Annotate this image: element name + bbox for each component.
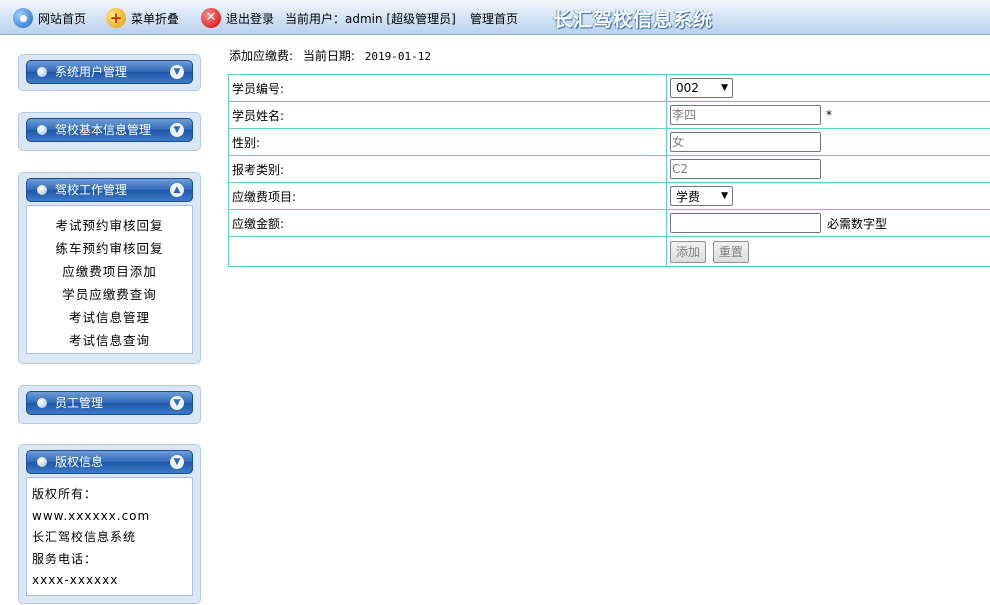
student-name-input[interactable]: 李四 — [670, 105, 821, 125]
current-date: 2019-01-12 — [364, 50, 431, 63]
nav-fold-label: 菜单折叠 — [131, 11, 180, 26]
student-name-cell: 李四 * — [666, 101, 990, 129]
student-id-select[interactable]: 002 ▼ — [670, 78, 733, 98]
add-button[interactable]: 添加 — [670, 240, 707, 263]
sidebar-item-exam-booking-review[interactable]: 考试预约审核回复 — [27, 214, 192, 237]
license-label: 报考类别: — [228, 155, 667, 183]
amount-label: 应缴金额: — [228, 209, 667, 237]
manage-home-link[interactable]: 管理首页 — [470, 10, 518, 27]
sidebar-header-system-users[interactable]: 系统用户管理 ▼ — [26, 60, 193, 84]
fee-item-cell: 学费 ▼ — [666, 182, 990, 210]
chevron-down-icon: ▼ — [721, 83, 728, 93]
sidebar-work-links: 考试预约审核回复 练车预约审核回复 应缴费项目添加 学员应缴费查询 考试信息管理… — [26, 205, 193, 354]
sidebar-panel-staff: 员工管理 ▼ — [18, 385, 201, 424]
student-name-label: 学员姓名: — [228, 101, 667, 129]
form-row-student-name: 学员姓名: 李四 * — [228, 101, 990, 129]
copyright-line: www.xxxxxx.com — [32, 508, 151, 523]
sidebar-header-school-info[interactable]: 驾校基本信息管理 ▼ — [26, 118, 193, 142]
sidebar-header-label: 驾校基本信息管理 — [55, 123, 152, 137]
nav-home-link[interactable]: 网站首页 — [13, 8, 86, 28]
copyright-line: 服务电话： — [32, 551, 98, 566]
sidebar-header-label: 版权信息 — [55, 455, 104, 469]
chevron-down-icon: ▼ — [170, 455, 184, 469]
student-id-cell: 002 ▼ — [666, 74, 990, 102]
amount-input[interactable] — [670, 213, 821, 233]
copyright-info: 版权所有： www.xxxxxx.com 长汇驾校信息系统 服务电话： xxxx… — [26, 477, 193, 596]
bullet-icon — [37, 185, 47, 195]
sidebar-header-school-work[interactable]: 驾校工作管理 ▲ — [26, 178, 193, 202]
bullet-icon — [37, 125, 47, 135]
student-id-label: 学员编号: — [228, 74, 667, 102]
nav-home-label: 网站首页 — [38, 11, 87, 26]
sidebar-panel-system-users: 系统用户管理 ▼ — [18, 54, 201, 91]
sidebar-item-fee-item-add[interactable]: 应缴费项目添加 — [27, 260, 192, 283]
student-id-value: 002 — [676, 81, 699, 95]
bullet-icon — [37, 457, 47, 467]
amount-cell: 必需数字型 — [666, 209, 990, 237]
form-row-gender: 性别: 女 — [228, 128, 990, 156]
actions-empty-cell — [228, 236, 667, 267]
amount-hint: 必需数字型 — [827, 216, 888, 231]
reset-button[interactable]: 重置 — [712, 240, 749, 263]
sidebar-item-practice-booking-review[interactable]: 练车预约审核回复 — [27, 237, 192, 260]
chevron-down-icon: ▼ — [170, 65, 184, 79]
gender-cell: 女 — [666, 128, 990, 156]
copyright-line: 版权所有： — [32, 487, 98, 501]
form-row-student-id: 学员编号: 002 ▼ — [228, 74, 990, 102]
form-row-license: 报考类别: C2 — [228, 155, 990, 183]
sidebar-header-copyright[interactable]: 版权信息 ▼ — [26, 450, 193, 474]
sidebar-header-staff[interactable]: 员工管理 ▼ — [26, 391, 193, 415]
bullet-icon — [37, 398, 47, 408]
system-title: 长汇驾校信息系统 — [553, 9, 714, 31]
bullet-icon — [37, 67, 47, 77]
form-row-amount: 应缴金额: 必需数字型 — [228, 209, 990, 237]
nav-logout-label: 退出登录 — [226, 11, 275, 26]
nav-logout-link[interactable]: ✕ 退出登录 — [201, 8, 274, 28]
sidebar-item-exam-info-manage[interactable]: 考试信息管理 — [27, 306, 192, 329]
license-input[interactable]: C2 — [670, 159, 821, 179]
fee-item-value: 学费 — [676, 189, 701, 204]
close-icon: ✕ — [201, 8, 221, 28]
form-row-actions: 添加 重置 — [228, 236, 990, 267]
form-row-fee-item: 应缴费项目: 学费 ▼ — [228, 182, 990, 210]
fee-form: 学员编号: 002 ▼ 学员姓名: 李四 * 性别: 女 报考类别: C2 应缴费… — [228, 74, 990, 267]
required-mark: * — [826, 108, 832, 122]
sidebar-panel-school-info: 驾校基本信息管理 ▼ — [18, 112, 201, 151]
home-icon — [13, 8, 33, 28]
sidebar-item-exam-info-query[interactable]: 考试信息查询 — [27, 329, 192, 352]
sidebar-header-label: 员工管理 — [55, 396, 104, 410]
sidebar-panel-copyright: 版权信息 ▼ 版权所有： www.xxxxxx.com 长汇驾校信息系统 服务电… — [18, 444, 201, 604]
actions-cell: 添加 重置 — [666, 236, 990, 267]
copyright-line: xxxx-xxxxxx — [32, 573, 119, 587]
current-user-text: 当前用户：admin [超级管理员] — [285, 12, 456, 26]
license-cell: C2 — [666, 155, 990, 183]
sidebar-item-student-fee-query[interactable]: 学员应缴费查询 — [27, 283, 192, 306]
gender-input[interactable]: 女 — [670, 132, 821, 152]
sidebar-header-label: 系统用户管理 — [55, 65, 128, 79]
copyright-line: 长汇驾校信息系统 — [32, 530, 137, 544]
nav-fold-menu[interactable]: + 菜单折叠 — [106, 8, 179, 28]
fee-item-label: 应缴费项目: — [228, 182, 667, 210]
page-heading: 添加应缴费: 当前日期: 2019-01-12 — [229, 47, 431, 64]
page-title: 添加应缴费: — [229, 49, 294, 63]
chevron-down-icon: ▼ — [170, 396, 184, 410]
sidebar-panel-school-work: 驾校工作管理 ▲ 考试预约审核回复 练车预约审核回复 应缴费项目添加 学员应缴费… — [18, 172, 201, 364]
gender-label: 性别: — [228, 128, 667, 156]
chevron-down-icon: ▼ — [170, 123, 184, 137]
top-bar: 网站首页 + 菜单折叠 ✕ 退出登录 当前用户：admin [超级管理员] 管理… — [0, 0, 990, 35]
date-label: 当前日期: — [302, 49, 355, 63]
chevron-up-icon: ▲ — [170, 183, 184, 197]
fee-item-select[interactable]: 学费 ▼ — [670, 186, 733, 206]
fold-icon: + — [106, 8, 126, 28]
chevron-down-icon: ▼ — [721, 191, 728, 201]
sidebar-header-label: 驾校工作管理 — [55, 183, 128, 197]
